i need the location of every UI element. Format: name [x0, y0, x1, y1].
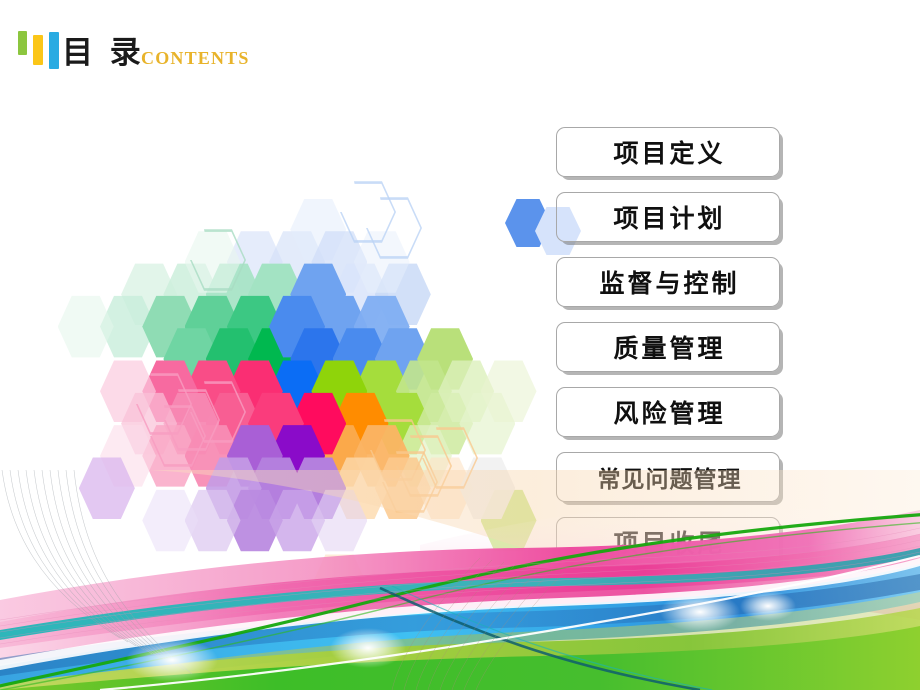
- menu-item-4[interactable]: 风险管理: [556, 387, 780, 437]
- menu-item-3[interactable]: 质量管理: [556, 322, 780, 372]
- menu-item-label: 项目定义: [613, 139, 726, 168]
- menu-item-label: 风险管理: [613, 399, 726, 428]
- decorative-ribbon-footer: [0, 470, 920, 690]
- presentation-slide: 目 录 CONTENTS 项目定义项目计划监督与控制质量管理风险管理常见问题管理…: [0, 0, 920, 690]
- menu-item-1[interactable]: 项目计划: [556, 192, 780, 242]
- menu-item-label: 项目计划: [613, 204, 726, 233]
- ribbon-svg: [0, 470, 920, 690]
- menu-item-label: 质量管理: [613, 334, 726, 363]
- header-accent-bar-green: [18, 31, 27, 55]
- hexagon-cell: [57, 295, 114, 358]
- slide-header: 目 录 CONTENTS: [0, 0, 920, 95]
- page-title: 目 录: [62, 35, 144, 71]
- header-accent-bar-yellow: [33, 35, 43, 65]
- menu-item-label: 监督与控制: [599, 269, 740, 298]
- page-subtitle: CONTENTS: [141, 48, 250, 68]
- menu-item-0[interactable]: 项目定义: [556, 127, 780, 177]
- header-accent-bar-cyan: [49, 32, 59, 69]
- menu-item-2[interactable]: 监督与控制: [556, 257, 780, 307]
